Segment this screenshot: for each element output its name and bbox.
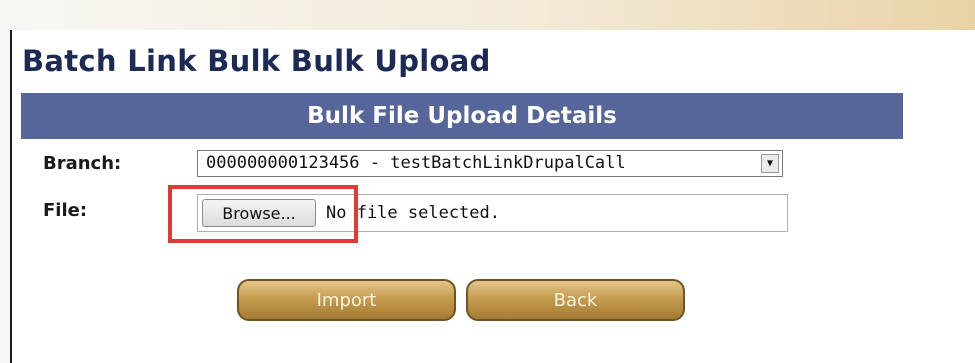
highlight-box [168, 185, 358, 243]
page-title: Batch Link Bulk Bulk Upload [22, 44, 491, 78]
branch-select[interactable]: 000000000123456 - testBatchLinkDrupalCal… [197, 150, 783, 177]
chevron-down-icon[interactable]: ▼ [761, 154, 779, 173]
branch-label: Branch: [43, 153, 122, 174]
import-button[interactable]: Import [237, 279, 456, 321]
top-decorative-band [0, 0, 975, 30]
branch-select-value: 000000000123456 - testBatchLinkDrupalCal… [206, 153, 626, 173]
file-label: File: [43, 200, 88, 221]
back-button[interactable]: Back [466, 279, 685, 321]
section-header: Bulk File Upload Details [21, 93, 903, 139]
